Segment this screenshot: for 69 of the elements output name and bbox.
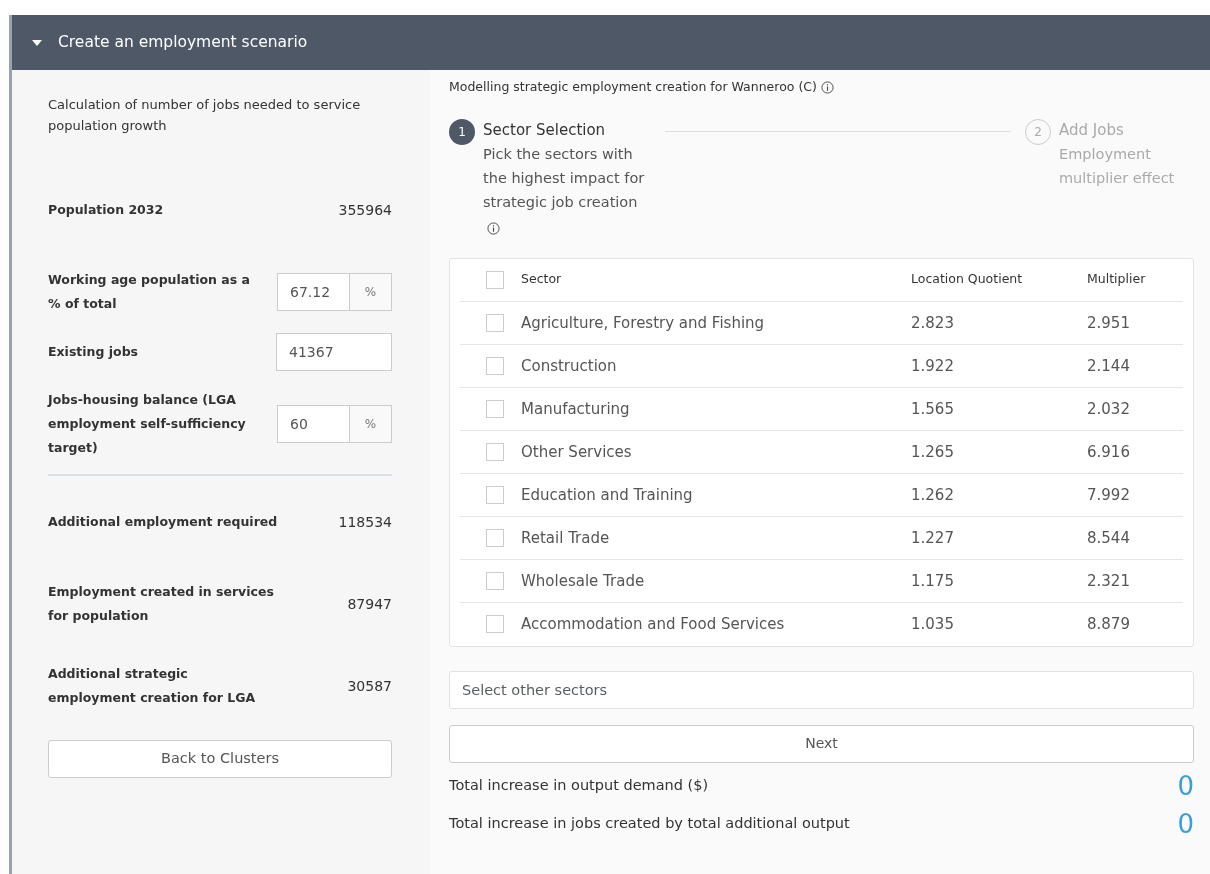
field-value: 355964 xyxy=(338,200,392,220)
checkbox[interactable] xyxy=(486,399,504,418)
field-label: Additional strategic employment creation for LGA xyxy=(48,665,257,707)
field-label: Population 2032 xyxy=(48,201,164,219)
checkbox[interactable] xyxy=(486,313,504,332)
checkbox[interactable] xyxy=(486,270,504,289)
table-cell-text: 6.916 xyxy=(1087,441,1131,463)
table-cell-text: Retail Trade xyxy=(521,527,611,549)
modelling-title: Modelling strategic employment creation for Wanneroo (C) xyxy=(449,78,817,96)
total-value: 0 xyxy=(1177,772,1194,799)
table-cell-text: 2.951 xyxy=(1087,312,1131,334)
table-cell-text: 1.175 xyxy=(911,570,955,592)
checkbox[interactable] xyxy=(486,356,504,375)
table-cell-text: 2.823 xyxy=(911,312,955,334)
table-cell-text: 8.879 xyxy=(1087,614,1131,635)
field-label: Existing jobs xyxy=(48,343,139,361)
step-number[interactable]: 1 xyxy=(449,118,475,145)
table-cell-text: 1.227 xyxy=(911,527,955,549)
table-cell-text: Agriculture, Forestry and Fishing xyxy=(521,312,766,334)
table-cell-text: Other Services xyxy=(521,441,633,463)
unit-addon: % xyxy=(350,405,392,443)
column-header: Location Quotient xyxy=(911,270,1024,289)
field-value: 118534 xyxy=(338,512,392,532)
column-header: Sector xyxy=(521,270,563,289)
checkbox[interactable] xyxy=(486,442,504,461)
table-cell-text: Education and Training xyxy=(521,484,694,506)
table-cell-text: Construction xyxy=(521,355,618,377)
panel-title[interactable]: Create an employment scenario xyxy=(58,30,308,55)
field-label: Jobs-housing balance (LGA employment self-sufficiency target) xyxy=(48,391,247,457)
field-value: 87947 xyxy=(347,594,392,614)
table-cell-text: 8.544 xyxy=(1087,527,1131,549)
checkbox[interactable] xyxy=(486,571,504,590)
sector-select-field[interactable]: Select other sectors xyxy=(449,670,1194,709)
table-cell-text: 2.032 xyxy=(1087,398,1131,420)
table-cell-text: 1.265 xyxy=(911,441,955,463)
total-label: Total increase in output demand ($) xyxy=(449,775,709,795)
field-label: Working age population as a % of total xyxy=(48,271,251,313)
field-label: Additional employment required xyxy=(48,513,278,531)
unit-addon: % xyxy=(350,273,392,311)
table-cell-text: 1.262 xyxy=(911,484,955,506)
input-field[interactable]: 67.12 xyxy=(277,273,350,311)
table-cell-text: 1.565 xyxy=(911,398,955,420)
field-label: Employment created in services for population xyxy=(48,583,275,625)
checkbox[interactable] xyxy=(486,485,504,504)
back-button[interactable]: Back to Clusters xyxy=(48,740,392,778)
field-value: 30587 xyxy=(347,676,392,696)
caret-down-icon[interactable] xyxy=(32,39,42,46)
input-field[interactable]: 60 xyxy=(277,405,350,443)
step-description: Employment multiplier effect xyxy=(1059,145,1175,186)
info-icon xyxy=(487,222,500,236)
next-button[interactable]: Next xyxy=(449,724,1194,763)
column-header: Multiplier xyxy=(1087,270,1147,289)
table-cell-text: 1.035 xyxy=(911,614,955,635)
table-cell-text: Accommodation and Food Services xyxy=(521,614,786,635)
table-cell-text: Wholesale Trade xyxy=(521,570,646,592)
table-cell-text: 1.922 xyxy=(911,355,955,377)
total-label: Total increase in jobs created by total additional output xyxy=(449,813,850,833)
intro-text: Calculation of number of jobs needed to service population growth xyxy=(48,96,362,135)
table-cell-text: 7.992 xyxy=(1087,484,1131,506)
table-cell-text: Manufacturing xyxy=(521,398,631,420)
total-value: 0 xyxy=(1177,810,1194,837)
step-title[interactable]: Sector Selection xyxy=(483,117,653,142)
table-cell-text: 2.321 xyxy=(1087,570,1131,592)
input-field[interactable]: 41367 xyxy=(276,333,392,371)
info-icon xyxy=(820,80,834,94)
table-cell-text: 2.144 xyxy=(1087,355,1131,377)
checkbox[interactable] xyxy=(486,615,504,634)
step-description: Pick the sectors with the highest impact for strategic job creation xyxy=(483,145,645,210)
checkbox[interactable] xyxy=(486,528,504,547)
